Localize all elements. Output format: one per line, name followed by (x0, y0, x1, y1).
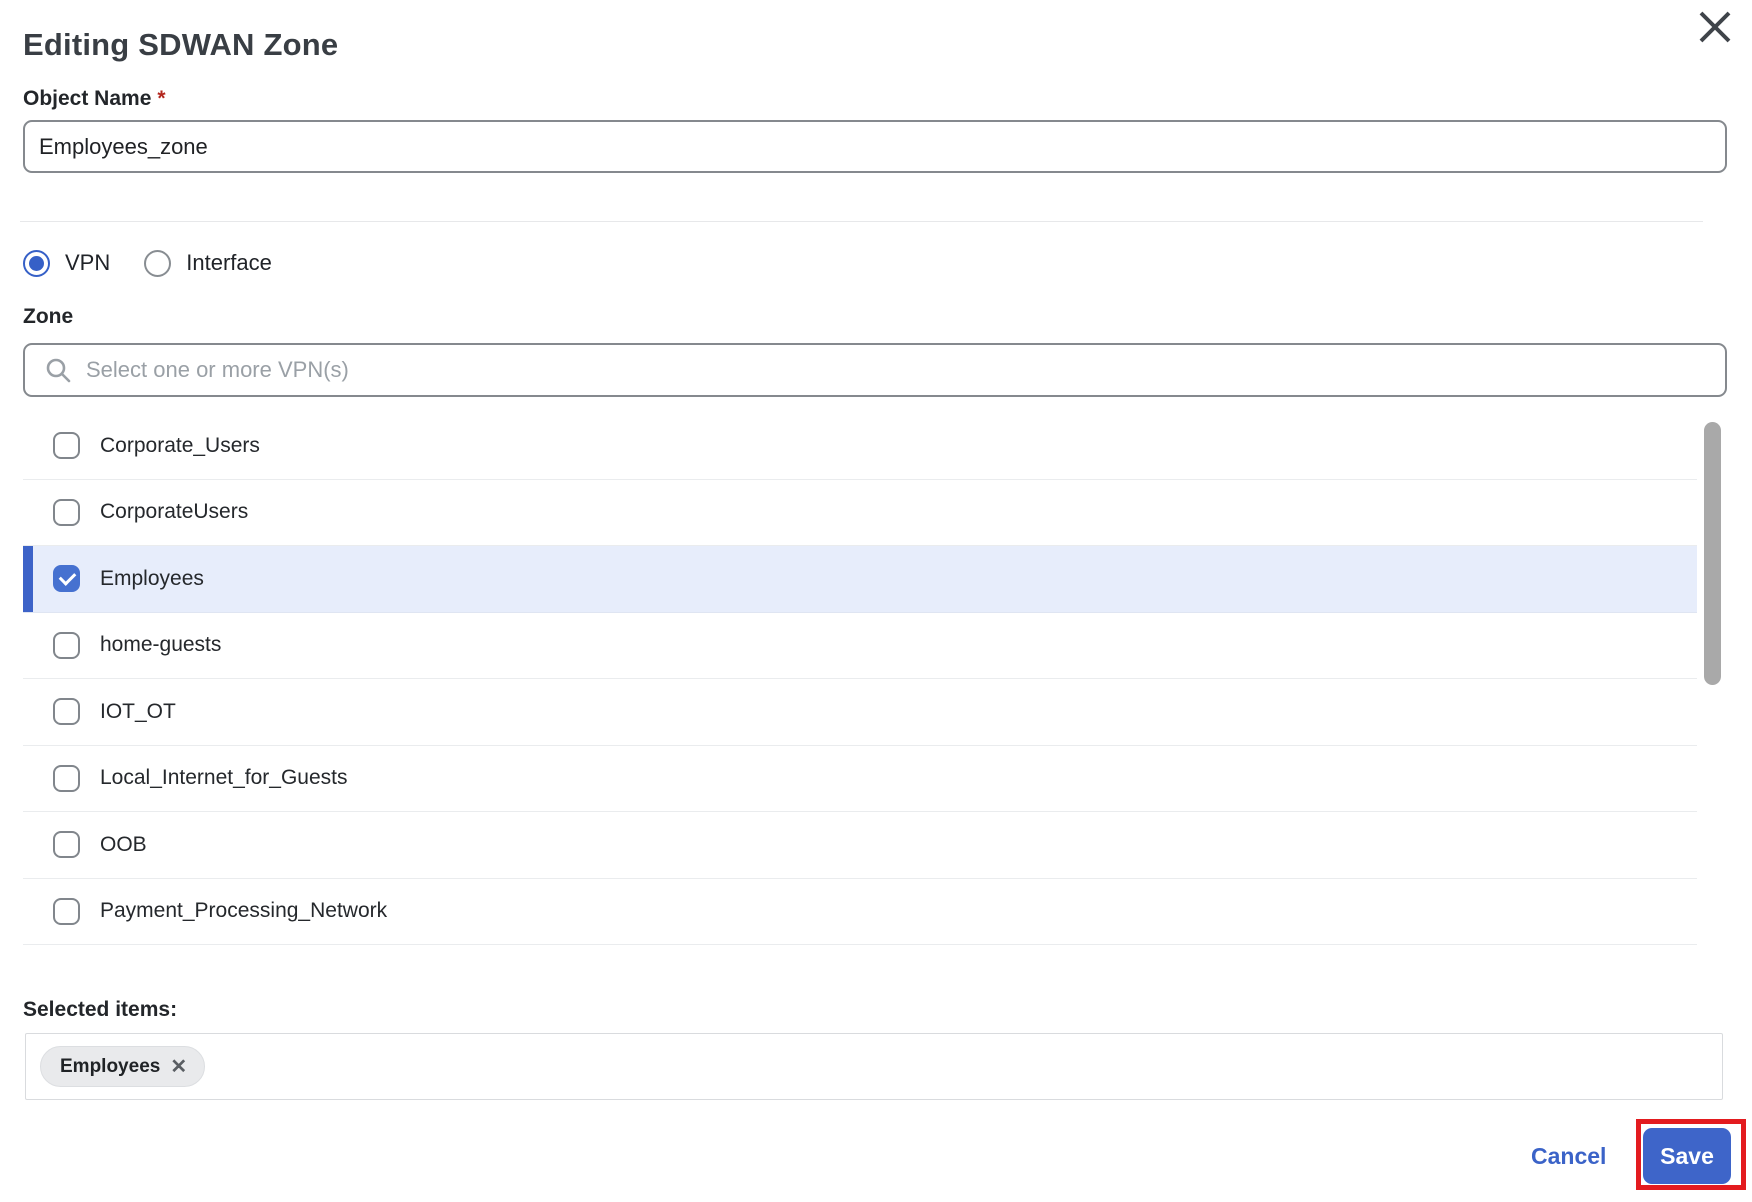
list-item-label: home-guests (100, 633, 221, 657)
zone-label: Zone (23, 305, 73, 329)
object-name-label: Object Name* (23, 87, 166, 111)
vpn-list: Corporate_Users CorporateUsers Employees… (23, 413, 1697, 945)
checkbox[interactable] (53, 831, 80, 858)
radio-option-interface[interactable]: Interface (144, 250, 272, 277)
list-item[interactable]: IOT_OT (23, 679, 1697, 746)
checkbox[interactable] (53, 632, 80, 659)
list-item-label: OOB (100, 833, 147, 857)
checkbox[interactable] (53, 698, 80, 725)
radio-option-vpn[interactable]: VPN (23, 250, 110, 277)
chip-label: Employees (60, 1056, 160, 1078)
selected-items-label: Selected items: (23, 998, 177, 1022)
checkbox[interactable] (53, 898, 80, 925)
list-item[interactable]: Corporate_Users (23, 413, 1697, 480)
save-button[interactable]: Save (1643, 1128, 1731, 1184)
radio-label-interface: Interface (186, 250, 272, 276)
dialog-title: Editing SDWAN Zone (23, 27, 338, 63)
radio-label-vpn: VPN (65, 250, 110, 276)
zone-type-radio-group: VPN Interface (23, 248, 272, 278)
checkbox[interactable] (53, 765, 80, 792)
checkbox[interactable] (53, 565, 80, 592)
list-item-label: Employees (100, 567, 204, 591)
checkbox[interactable] (53, 499, 80, 526)
list-item-label: IOT_OT (100, 700, 176, 724)
radio-icon-interface[interactable] (144, 250, 171, 277)
required-asterisk: * (157, 87, 165, 110)
checkbox[interactable] (53, 432, 80, 459)
scrollbar-thumb[interactable] (1704, 422, 1721, 685)
chip-remove-icon[interactable]: ✕ (170, 1057, 187, 1077)
list-item[interactable]: Local_Internet_for_Guests (23, 746, 1697, 813)
list-item[interactable]: OOB (23, 812, 1697, 879)
close-icon (1696, 8, 1734, 46)
zone-search (23, 343, 1727, 397)
object-name-input[interactable] (23, 120, 1727, 173)
edit-sdwan-zone-dialog: Editing SDWAN Zone Object Name* VPN Inte… (0, 0, 1752, 1202)
close-button[interactable] (1696, 8, 1734, 46)
list-item[interactable]: Employees (23, 546, 1697, 613)
list-item[interactable]: Payment_Processing_Network (23, 879, 1697, 946)
list-item[interactable]: home-guests (23, 613, 1697, 680)
list-item-label: Payment_Processing_Network (100, 899, 387, 923)
zone-search-input[interactable] (23, 343, 1727, 397)
list-item-label: Corporate_Users (100, 434, 260, 458)
cancel-button[interactable]: Cancel (1531, 1143, 1606, 1170)
radio-icon-vpn[interactable] (23, 250, 50, 277)
section-divider (20, 221, 1703, 222)
selected-items-box: Employees ✕ (25, 1033, 1723, 1100)
annotation-highlight-rect: Save (1636, 1119, 1746, 1190)
selected-item-chip: Employees ✕ (40, 1046, 205, 1087)
list-item-label: Local_Internet_for_Guests (100, 766, 348, 790)
list-item-label: CorporateUsers (100, 500, 248, 524)
list-item[interactable]: CorporateUsers (23, 480, 1697, 547)
